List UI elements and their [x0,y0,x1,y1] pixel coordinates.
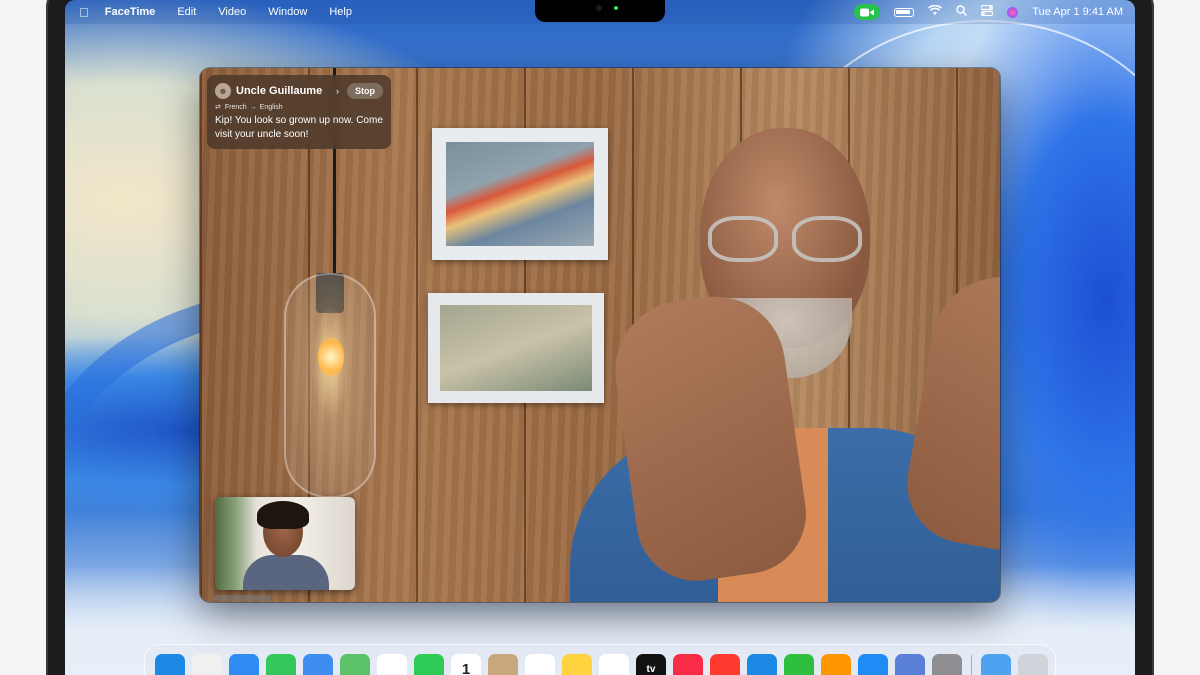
gear-icon[interactable] [932,654,962,675]
siri-icon[interactable] [1007,6,1019,18]
iphone-mirroring-icon[interactable] [895,654,925,675]
camera-notch [535,0,665,22]
trash-icon[interactable] [1018,654,1048,675]
contacts-icon[interactable] [488,654,518,675]
keynote-icon[interactable] [747,654,777,675]
translate-icon: ⇄ [215,104,221,111]
source-language: French [224,103,247,111]
remote-caller [450,128,1000,602]
dock-separator [971,655,972,675]
menu-app-name[interactable]: FaceTime [105,6,156,18]
menu-window[interactable]: Window [268,6,307,18]
self-view-tile[interactable] [215,497,355,590]
mail-icon[interactable] [303,654,333,675]
menu-bar:  FaceTime Edit Video Window Help [65,0,1135,24]
self-view-handle[interactable] [213,595,271,601]
menu-video[interactable]: Video [218,6,246,18]
target-language: English [259,103,283,111]
calendar-icon[interactable]: 1 [451,654,481,675]
messages-icon[interactable] [266,654,296,675]
facetime-status-icon[interactable] [854,4,881,20]
facetime-icon[interactable] [414,654,444,675]
tv-icon[interactable]: tv [636,654,666,675]
caller-avatar: ☻ [215,83,231,99]
pendant-lamp [284,273,376,498]
news-icon[interactable] [710,654,740,675]
desktop:  FaceTime Edit Video Window Help [65,0,1135,675]
chevron-right-icon[interactable]: › [336,86,339,96]
dock: 1 tv [144,644,1056,675]
arrow-right-icon: → [249,103,257,111]
live-translation-card: ☻ Uncle Guillaume › Stop ⇄ French → Engl… [207,75,391,149]
launchpad-icon[interactable] [192,654,222,675]
reminders-icon[interactable] [525,654,555,675]
translation-languages: ⇄ French → English [215,102,383,112]
safari-icon[interactable] [229,654,259,675]
freeform-icon[interactable] [599,654,629,675]
menu-edit[interactable]: Edit [177,6,196,18]
app-store-icon[interactable] [858,654,888,675]
music-icon[interactable] [673,654,703,675]
menu-clock[interactable]: Tue Apr 1 9:41 AM [1032,6,1123,18]
downloads-folder-icon[interactable] [981,654,1011,675]
wifi-icon[interactable] [928,4,943,19]
menu-help[interactable]: Help [329,6,352,18]
facetime-window[interactable]: ☻ Uncle Guillaume › Stop ⇄ French → Engl… [200,68,1000,602]
maps-icon[interactable] [340,654,370,675]
stop-translation-button[interactable]: Stop [347,83,383,99]
notes-icon[interactable] [562,654,592,675]
search-icon[interactable] [956,5,968,19]
battery-icon[interactable] [894,7,915,17]
control-center-icon[interactable] [980,4,994,19]
pages-icon[interactable] [821,654,851,675]
camera-active-indicator [614,6,618,10]
apple-menu-icon[interactable]:  [79,5,89,20]
finder-icon[interactable] [155,654,185,675]
photos-icon[interactable] [377,654,407,675]
translated-caption: Kip! You look so grown up now. Come visi… [215,115,383,140]
numbers-icon[interactable] [784,654,814,675]
